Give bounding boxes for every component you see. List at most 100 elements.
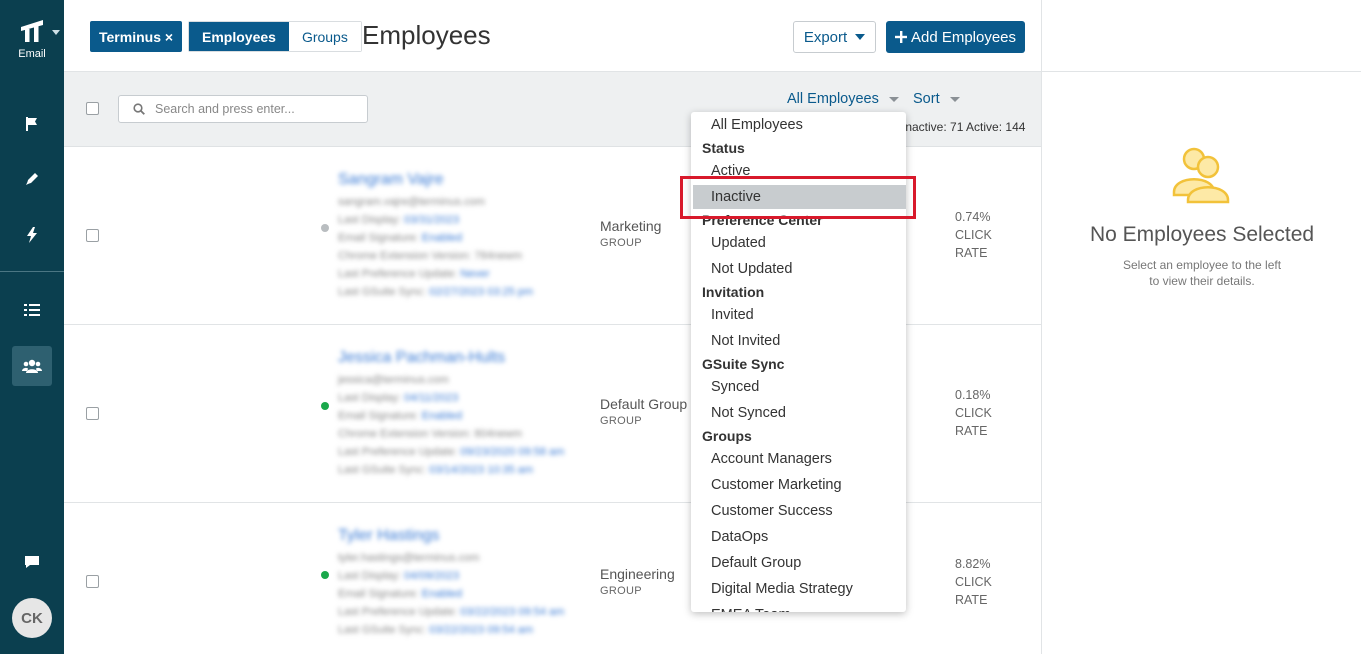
menu-item-not-invited[interactable]: Not Invited bbox=[691, 329, 906, 353]
employee-filter-dropdown[interactable]: All Employees bbox=[787, 91, 899, 107]
terminus-logo-icon bbox=[21, 20, 43, 42]
menu-section-status: Status bbox=[702, 140, 745, 156]
click-rate-value: 0.74% bbox=[955, 210, 991, 224]
empty-state-subtitle: Select an employee to the left to view t… bbox=[1122, 258, 1282, 288]
menu-item-not-updated[interactable]: Not Updated bbox=[691, 257, 906, 281]
row-checkbox[interactable] bbox=[86, 407, 99, 420]
group-type: GROUP bbox=[600, 585, 642, 597]
product-switcher[interactable]: Email bbox=[0, 18, 64, 60]
panel-divider bbox=[1042, 71, 1361, 72]
sidebar: Email CK bbox=[0, 0, 64, 654]
click-rate-label: CLICK bbox=[955, 406, 992, 420]
menu-item-invited[interactable]: Invited bbox=[691, 303, 906, 327]
status-dot bbox=[321, 402, 329, 410]
employee-email: tyler.hastings@terminus.com bbox=[338, 552, 480, 564]
detail-line: Last Preference Update: 03/22/2023 09:54… bbox=[338, 606, 565, 618]
menu-item-all-employees[interactable]: All Employees bbox=[691, 113, 906, 137]
bolt-icon[interactable] bbox=[12, 215, 52, 255]
row-checkbox[interactable] bbox=[86, 229, 99, 242]
detail-line: Email Signature: Enabled bbox=[338, 232, 463, 244]
click-rate: 0.18% CLICK RATE bbox=[955, 386, 992, 440]
click-rate-label: CLICK bbox=[955, 575, 992, 589]
employee-name[interactable]: Tyler Hastings bbox=[338, 527, 594, 545]
detail-line: Email Signature: Enabled bbox=[338, 588, 463, 600]
group-cell: Marketing GROUP bbox=[600, 218, 661, 249]
menu-item-updated[interactable]: Updated bbox=[691, 231, 906, 255]
menu-item-group[interactable]: Account Managers bbox=[691, 447, 906, 471]
click-rate-label: RATE bbox=[955, 424, 988, 438]
employee-name[interactable]: Sangram Vajre bbox=[338, 171, 594, 189]
group-type: GROUP bbox=[600, 415, 642, 427]
tab-groups[interactable]: Groups bbox=[288, 22, 361, 51]
status-dot bbox=[321, 571, 329, 579]
menu-item-group[interactable]: EMEA Team bbox=[691, 603, 906, 612]
menu-item-group[interactable]: Digital Media Strategy bbox=[691, 577, 906, 601]
menu-section-invitation: Invitation bbox=[702, 284, 765, 300]
group-name: Engineering bbox=[600, 566, 675, 582]
tab-employees[interactable]: Employees bbox=[189, 22, 289, 51]
click-rate-value: 8.82% bbox=[955, 557, 991, 571]
menu-section-groups: Groups bbox=[702, 428, 752, 444]
group-cell: Engineering GROUP bbox=[600, 566, 675, 597]
click-rate-label: CLICK bbox=[955, 228, 992, 242]
detail-line: Chrome Extension Version: 804newm bbox=[338, 428, 523, 440]
detail-line: Last Display: 03/31/2023 bbox=[338, 214, 460, 226]
add-employees-button[interactable]: Add Employees bbox=[886, 21, 1025, 53]
detail-line: Chrome Extension Version: 784newm bbox=[338, 250, 523, 262]
group-name: Marketing bbox=[600, 218, 662, 234]
menu-item-group[interactable]: Customer Success bbox=[691, 499, 906, 523]
employee-email: jessica@terminus.com bbox=[338, 374, 449, 386]
menu-item-group[interactable]: Customer Marketing bbox=[691, 473, 906, 497]
users-icon[interactable] bbox=[12, 346, 52, 386]
sort-dropdown[interactable]: Sort bbox=[913, 91, 960, 107]
list-icon[interactable] bbox=[12, 290, 52, 330]
menu-item-group[interactable]: DataOps bbox=[691, 525, 906, 549]
group-type: GROUP bbox=[600, 237, 642, 249]
chevron-down-icon bbox=[52, 30, 60, 35]
detail-line: Last GSuite Sync: 03/22/2023 09:54 am bbox=[338, 624, 534, 636]
caret-down-icon bbox=[949, 96, 960, 102]
detail-line: Email Signature: Enabled bbox=[338, 410, 463, 422]
view-toggle: Employees Groups bbox=[188, 21, 362, 52]
export-button[interactable]: Export bbox=[793, 21, 876, 53]
flag-icon[interactable] bbox=[12, 104, 52, 144]
group-name: Default Group bbox=[600, 396, 688, 412]
detail-line: Last GSuite Sync: 02/27/2023 03:25 pm bbox=[338, 286, 534, 298]
search-icon bbox=[133, 103, 145, 115]
caret-down-icon bbox=[855, 34, 866, 40]
employee-info: Jessica Pachman-Hults jessica@terminus.c… bbox=[332, 337, 594, 487]
add-employees-label: Add Employees bbox=[910, 28, 1017, 46]
status-dot bbox=[321, 224, 329, 232]
click-rate-value: 0.18% bbox=[955, 388, 991, 402]
menu-section-gsuite-sync: GSuite Sync bbox=[702, 356, 785, 372]
export-label: Export bbox=[803, 28, 848, 46]
caret-down-icon bbox=[888, 96, 899, 102]
pen-icon[interactable] bbox=[12, 159, 52, 199]
detail-line: Last GSuite Sync: 03/14/2023 10:35 am bbox=[338, 464, 534, 476]
row-checkbox[interactable] bbox=[86, 575, 99, 588]
click-rate: 8.82% CLICK RATE bbox=[955, 555, 992, 609]
avatar[interactable]: CK bbox=[12, 598, 52, 638]
menu-item-not-synced[interactable]: Not Synced bbox=[691, 401, 906, 425]
select-all-checkbox[interactable] bbox=[86, 102, 99, 115]
search-box bbox=[118, 95, 368, 123]
sidebar-divider bbox=[0, 271, 64, 272]
menu-item-group[interactable]: Default Group bbox=[691, 551, 906, 575]
org-filter-chip[interactable]: Terminus × bbox=[90, 21, 183, 52]
detail-line: Last Display: 04/09/2023 bbox=[338, 570, 460, 582]
detail-line: Last Preference Update: 09/23/2020 09:58… bbox=[338, 446, 565, 458]
chat-icon[interactable] bbox=[12, 542, 52, 582]
sort-label: Sort bbox=[913, 91, 940, 107]
menu-item-synced[interactable]: Synced bbox=[691, 375, 906, 399]
search-input[interactable] bbox=[155, 102, 355, 116]
employee-counts: Inactive: 71 Active: 144 bbox=[902, 120, 1026, 134]
users-empty-icon bbox=[1172, 147, 1230, 204]
employee-info: Sangram Vajre sangram.vajre@terminus.com… bbox=[332, 159, 594, 309]
filter-label: All Employees bbox=[787, 91, 879, 107]
click-rate: 0.74% CLICK RATE bbox=[955, 208, 992, 262]
employee-name[interactable]: Jessica Pachman-Hults bbox=[338, 349, 594, 367]
employee-detail-panel: No Employees Selected Select an employee… bbox=[1041, 0, 1361, 654]
detail-line: Last Preference Update: Never bbox=[338, 268, 490, 280]
click-rate-label: RATE bbox=[955, 246, 988, 260]
group-cell: Default Group GROUP bbox=[600, 396, 687, 427]
